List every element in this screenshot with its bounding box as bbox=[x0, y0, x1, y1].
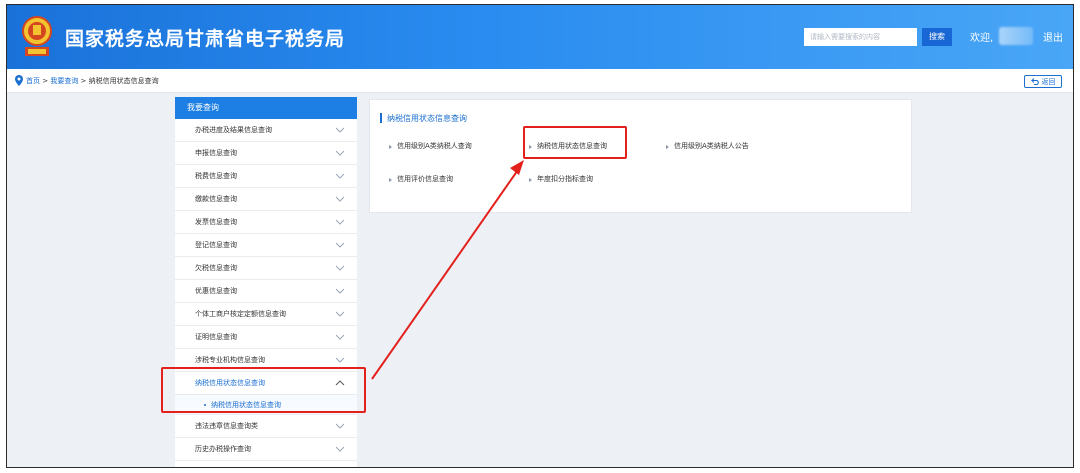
link-credit-evaluation-query[interactable]: 信用评价信息查询 bbox=[388, 174, 453, 184]
site-header: 国家税务总局甘肃省电子税务局 搜索 欢迎, 退出 bbox=[7, 5, 1073, 69]
chevron-down-icon bbox=[335, 423, 345, 429]
chevron-down-icon bbox=[335, 265, 345, 271]
back-arrow-icon bbox=[1030, 78, 1039, 85]
panel-title: 纳税信用状态信息查询 bbox=[380, 113, 467, 124]
sidebar-item[interactable]: 历史办税操作查询 bbox=[175, 438, 357, 461]
chevron-down-icon bbox=[335, 150, 345, 156]
browser-frame: 国家税务总局甘肃省电子税务局 搜索 欢迎, 退出 首页 > 我要查询 > 纳税信… bbox=[6, 4, 1074, 468]
sidebar-item[interactable]: 发票信息查询 bbox=[175, 211, 357, 234]
sidebar-item-label: 登记信息查询 bbox=[195, 241, 237, 249]
sidebar-item-label: 税费信息查询 bbox=[195, 172, 237, 180]
sidebar-item[interactable]: 税费信息查询 bbox=[175, 165, 357, 188]
back-label: 返回 bbox=[1041, 77, 1056, 86]
sidebar-item[interactable]: 个体工商户核定定额信息查询 bbox=[175, 303, 357, 326]
sidebar-item[interactable]: 优惠信息查询 bbox=[175, 280, 357, 303]
chevron-up-icon bbox=[335, 380, 345, 386]
breadcrumb: 首页 > 我要查询 > 纳税信用状态信息查询 返回 bbox=[7, 69, 1073, 93]
link-credit-status-query[interactable]: 纳税信用状态信息查询 bbox=[528, 141, 607, 151]
sidebar-item[interactable]: 缴款信息查询 bbox=[175, 188, 357, 211]
breadcrumb-separator: > bbox=[40, 77, 51, 85]
credit-query-panel: 纳税信用状态信息查询 信用级别A类纳税人查询 纳税信用状态信息查询 信用级别A类… bbox=[369, 99, 912, 213]
breadcrumb-separator: > bbox=[78, 77, 89, 85]
breadcrumb-home[interactable]: 首页 bbox=[26, 77, 40, 85]
breadcrumb-current: 纳税信用状态信息查询 bbox=[88, 77, 159, 85]
link-a-class-taxpayer-query[interactable]: 信用级别A类纳税人查询 bbox=[388, 141, 472, 151]
chevron-down-icon bbox=[335, 219, 345, 225]
sidebar-item[interactable]: 证明信息查询 bbox=[175, 326, 357, 349]
sidebar-item-label: 缴款信息查询 bbox=[195, 195, 237, 203]
welcome-text: 欢迎, bbox=[970, 33, 994, 44]
tax-emblem-icon bbox=[22, 16, 52, 56]
sidebar-item-label: 涉税专业机构信息查询 bbox=[195, 356, 265, 364]
back-button[interactable]: 返回 bbox=[1024, 75, 1062, 88]
link-annual-deduction-query[interactable]: 年度扣分指标查询 bbox=[528, 174, 593, 184]
search-input[interactable] bbox=[804, 28, 917, 46]
sidebar-item-label: 办税进度及结果信息查询 bbox=[195, 126, 272, 134]
chevron-down-icon bbox=[335, 242, 345, 248]
breadcrumb-trail: 首页 > 我要查询 > 纳税信用状态信息查询 bbox=[26, 76, 159, 86]
user-name-redacted bbox=[999, 27, 1033, 45]
sidebar-item-label: 个体工商户核定定额信息查询 bbox=[195, 310, 286, 318]
sidebar-item[interactable]: 违法违章信息查询类 bbox=[175, 415, 357, 438]
sidebar-item-label: 纳税信用状态信息查询 bbox=[195, 379, 265, 387]
sidebar-item-label: 违法违章信息查询类 bbox=[195, 422, 258, 430]
sidebar-menu: 我要查询 办税进度及结果信息查询 申报信息查询 税费信息查询 缴款信息查询 发票… bbox=[175, 97, 357, 467]
sidebar-item[interactable]: 办税进度及结果信息查询 bbox=[175, 119, 357, 142]
location-pin-icon bbox=[15, 75, 23, 86]
sidebar-item-label: 证明信息查询 bbox=[195, 333, 237, 341]
site-title: 国家税务总局甘肃省电子税务局 bbox=[65, 28, 346, 50]
sidebar-item-label: 历史办税操作查询 bbox=[195, 445, 251, 453]
sidebar-item[interactable]: 欠税信息查询 bbox=[175, 257, 357, 280]
chevron-down-icon bbox=[335, 288, 345, 294]
sidebar-item-label: 发票信息查询 bbox=[195, 218, 237, 226]
sidebar-heading: 我要查询 bbox=[175, 97, 357, 119]
sidebar-item[interactable]: 登记信息查询 bbox=[175, 234, 357, 257]
logout-link[interactable]: 退出 bbox=[1043, 29, 1063, 44]
chevron-down-icon bbox=[335, 173, 345, 179]
sidebar-item-label: 欠税信息查询 bbox=[195, 264, 237, 272]
sidebar-item-label: 优惠信息查询 bbox=[195, 287, 237, 295]
breadcrumb-query[interactable]: 我要查询 bbox=[50, 77, 78, 85]
sidebar-item[interactable]: 申报信息查询 bbox=[175, 142, 357, 165]
sidebar-item[interactable]: 涉税专业机构信息查询 bbox=[175, 349, 357, 372]
chevron-down-icon bbox=[335, 334, 345, 340]
sidebar-subitem-credit-status-query[interactable]: 纳税信用状态信息查询 bbox=[175, 395, 357, 415]
chevron-down-icon bbox=[335, 446, 345, 452]
chevron-down-icon bbox=[335, 357, 345, 363]
chevron-down-icon bbox=[335, 196, 345, 202]
sidebar-item-label: 申报信息查询 bbox=[195, 149, 237, 157]
chevron-down-icon bbox=[335, 311, 345, 317]
link-a-class-taxpayer-notice[interactable]: 信用级别A类纳税人公告 bbox=[665, 141, 749, 151]
search-button[interactable]: 搜索 bbox=[922, 28, 952, 46]
sidebar-item-credit-status[interactable]: 纳税信用状态信息查询 bbox=[175, 372, 357, 395]
chevron-down-icon bbox=[335, 127, 345, 133]
